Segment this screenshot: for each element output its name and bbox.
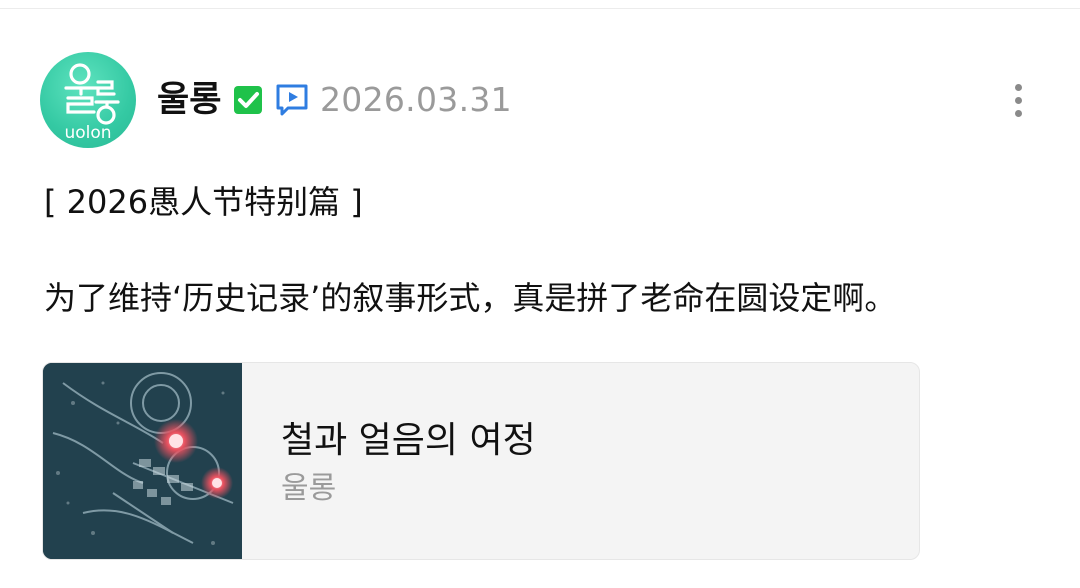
more-vertical-icon	[1015, 84, 1022, 91]
post-body: 为了维持‘历史记录’的叙事形式，真是拼了老命在圆设定啊。	[44, 279, 897, 317]
more-dot	[1015, 110, 1022, 117]
author-name[interactable]: 울롱	[157, 78, 221, 122]
avatar[interactable]: uolon	[40, 52, 136, 148]
avatar-logo-text: uolon	[64, 123, 111, 143]
card-title: 철과 얼음의 여정	[281, 420, 536, 461]
verified-check-icon	[234, 86, 262, 114]
link-card[interactable]: 철과 얼음의 여정 울롱	[42, 362, 920, 560]
post-date: 2026.03.31	[320, 80, 512, 119]
card-thumbnail	[43, 363, 242, 559]
post-title: [ 2026愚人节特别篇 ]	[44, 183, 363, 221]
video-play-icon[interactable]	[274, 82, 310, 116]
avatar-logo-icon: uolon	[64, 63, 120, 143]
top-divider	[0, 8, 1080, 9]
mech-artwork-image	[43, 363, 242, 559]
card-subtitle: 울롱	[281, 471, 337, 506]
more-options-button[interactable]	[1004, 78, 1032, 122]
more-dot	[1015, 97, 1022, 104]
